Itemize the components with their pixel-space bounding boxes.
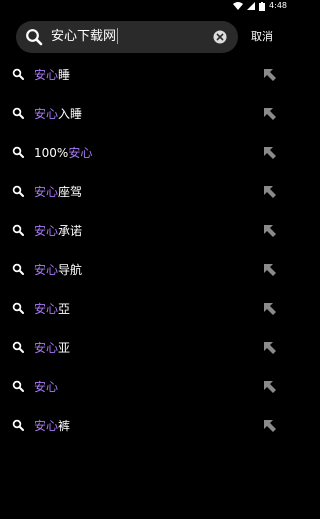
search-icon bbox=[12, 107, 24, 119]
suggestion-text: 安心亚 bbox=[34, 341, 71, 355]
search-input[interactable]: 安心下载网 bbox=[51, 21, 119, 53]
search-icon bbox=[12, 302, 24, 314]
fill-arrow-icon[interactable] bbox=[263, 185, 277, 199]
suggestion-list: 安心睡 安心入睡 100%安心 安心座驾 安心承诺 安心导航 安心亞 安心亚 安… bbox=[0, 56, 291, 446]
suggestion-text: 安心 bbox=[34, 380, 59, 394]
suggestion-item[interactable]: 安心入睡 bbox=[0, 95, 291, 134]
search-icon bbox=[12, 263, 24, 275]
status-bar: 4:48 bbox=[0, 0, 291, 12]
battery-icon bbox=[259, 1, 266, 11]
suggestion-item[interactable]: 安心承诺 bbox=[0, 212, 291, 251]
status-icons: 4:48 bbox=[233, 1, 287, 11]
fill-arrow-icon[interactable] bbox=[263, 419, 277, 433]
search-icon bbox=[12, 185, 24, 197]
suggestion-text: 安心座驾 bbox=[34, 185, 83, 199]
suggestion-text: 安心导航 bbox=[34, 263, 83, 277]
cancel-button[interactable]: 取消 bbox=[251, 21, 273, 53]
fill-arrow-icon[interactable] bbox=[263, 302, 277, 316]
status-time: 4:48 bbox=[269, 1, 287, 10]
suggestion-item[interactable]: 100%安心 bbox=[0, 134, 291, 173]
search-icon bbox=[26, 29, 43, 46]
signal-icon bbox=[247, 2, 256, 10]
suggestion-item[interactable]: 安心亞 bbox=[0, 290, 291, 329]
suggestion-item[interactable]: 安心 bbox=[0, 368, 291, 407]
suggestion-text: 100%安心 bbox=[34, 146, 93, 160]
suggestion-item[interactable]: 安心裤 bbox=[0, 407, 291, 446]
fill-arrow-icon[interactable] bbox=[263, 146, 277, 160]
search-bar: 安心下载网 取消 bbox=[16, 21, 291, 53]
search-icon bbox=[12, 146, 24, 158]
suggestion-text: 安心入睡 bbox=[34, 107, 83, 121]
search-query-text: 安心下载网 bbox=[51, 29, 117, 44]
suggestion-item[interactable]: 安心睡 bbox=[0, 56, 291, 95]
search-icon bbox=[12, 341, 24, 353]
search-icon bbox=[12, 380, 24, 392]
suggestion-item[interactable]: 安心座驾 bbox=[0, 173, 291, 212]
fill-arrow-icon[interactable] bbox=[263, 107, 277, 121]
fill-arrow-icon[interactable] bbox=[263, 341, 277, 355]
search-icon bbox=[12, 68, 24, 80]
search-icon bbox=[12, 419, 24, 431]
suggestion-item[interactable]: 安心导航 bbox=[0, 251, 291, 290]
suggestion-text: 安心裤 bbox=[34, 419, 71, 433]
search-icon bbox=[12, 224, 24, 236]
fill-arrow-icon[interactable] bbox=[263, 263, 277, 277]
fill-arrow-icon[interactable] bbox=[263, 68, 277, 82]
fill-arrow-icon[interactable] bbox=[263, 380, 277, 394]
wifi-icon bbox=[233, 2, 244, 10]
search-box[interactable]: 安心下载网 bbox=[16, 21, 238, 53]
text-caret bbox=[117, 27, 119, 44]
suggestion-text: 安心睡 bbox=[34, 68, 71, 82]
clear-icon[interactable] bbox=[213, 30, 227, 44]
fill-arrow-icon[interactable] bbox=[263, 224, 277, 238]
suggestion-text: 安心亞 bbox=[34, 302, 71, 316]
suggestion-item[interactable]: 安心亚 bbox=[0, 329, 291, 368]
suggestion-text: 安心承诺 bbox=[34, 224, 83, 238]
